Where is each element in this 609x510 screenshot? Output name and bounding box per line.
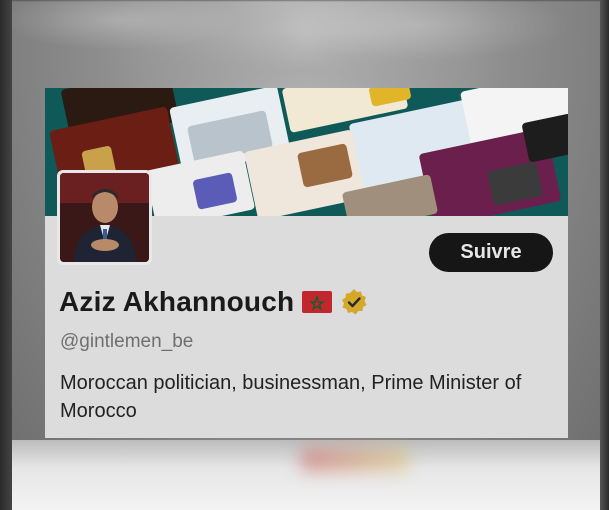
- avatar-image: [60, 173, 149, 262]
- morocco-flag-icon: [302, 291, 333, 313]
- background-blurred-content: [300, 448, 410, 472]
- display-name: Aziz Akhannouch: [59, 286, 295, 317]
- user-handle[interactable]: @gintlemen_be: [60, 331, 193, 353]
- profile-card[interactable]: Suivre Aziz Akhannouch @gintlemen_be Mor…: [45, 88, 568, 438]
- follow-button[interactable]: Suivre: [429, 233, 553, 272]
- frame-left-edge: [0, 0, 12, 510]
- frame-right-edge: [600, 0, 609, 510]
- verified-badge-icon[interactable]: [340, 288, 368, 316]
- avatar[interactable]: [60, 173, 149, 262]
- avatar-frame[interactable]: [57, 170, 152, 265]
- background-top: [0, 0, 609, 95]
- name-row: Aziz Akhannouch: [59, 284, 368, 320]
- profile-bio: Moroccan politician, businessman, Prime …: [60, 372, 522, 422]
